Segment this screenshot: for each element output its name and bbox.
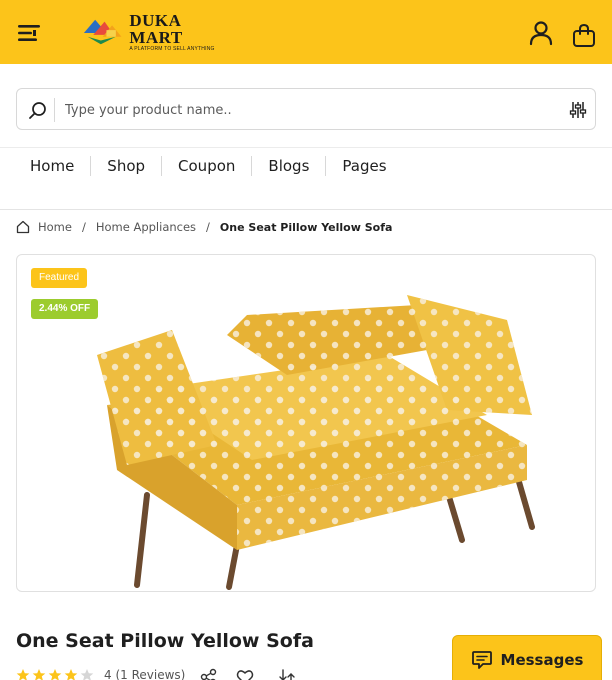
sofa-image xyxy=(97,295,535,590)
main-nav: Home Shop Coupon Blogs Pages xyxy=(0,148,612,210)
nav-item-home[interactable]: Home xyxy=(14,156,92,176)
nav-item-shop[interactable]: Shop xyxy=(91,156,163,176)
compare-icon[interactable] xyxy=(278,668,296,680)
featured-badge: Featured xyxy=(31,268,88,288)
share-icon[interactable] xyxy=(200,668,218,680)
breadcrumb-separator: / xyxy=(81,220,86,234)
user-icon[interactable] xyxy=(528,20,554,46)
star-icon xyxy=(80,669,94,680)
home-icon[interactable] xyxy=(16,220,30,234)
breadcrumb-home[interactable]: Home xyxy=(38,220,72,234)
heart-icon[interactable] xyxy=(236,668,254,680)
logo-tagline: A PLATFORM TO SELL ANYTHING xyxy=(129,46,215,52)
search-input[interactable] xyxy=(65,97,555,123)
search-divider xyxy=(54,98,55,122)
chat-icon xyxy=(471,651,492,669)
breadcrumb-category[interactable]: Home Appliances xyxy=(96,220,196,234)
top-header: DUKA MART A PLATFORM TO SELL ANYTHING xyxy=(0,0,612,64)
star-icon xyxy=(32,669,46,680)
product-image-card[interactable]: Featured 2.44% OFF xyxy=(16,254,596,592)
nav-item-coupon[interactable]: Coupon xyxy=(162,156,253,176)
search-section xyxy=(0,64,612,148)
product-title: One Seat Pillow Yellow Sofa xyxy=(16,630,314,652)
filter-icon[interactable] xyxy=(569,101,587,119)
star-icon xyxy=(16,669,30,680)
breadcrumb: Home / Home Appliances / One Seat Pillow… xyxy=(16,220,392,234)
rating-row: 4 (1 Reviews) xyxy=(16,668,185,680)
rating-text[interactable]: 4 (1 Reviews) xyxy=(104,668,185,680)
bag-icon[interactable] xyxy=(571,23,597,49)
menu-icon[interactable] xyxy=(18,22,44,44)
messages-label: Messages xyxy=(500,651,584,669)
messages-button[interactable]: Messages xyxy=(452,635,602,680)
breadcrumb-separator: / xyxy=(206,220,210,234)
star-icon xyxy=(48,669,62,680)
logo-name: DUKA MART xyxy=(129,11,183,47)
breadcrumb-current: One Seat Pillow Yellow Sofa xyxy=(219,220,393,234)
logo[interactable]: DUKA MART A PLATFORM TO SELL ANYTHING xyxy=(82,11,232,52)
nav-item-blogs[interactable]: Blogs xyxy=(252,156,327,176)
logo-mark-icon xyxy=(83,19,122,45)
search-icon[interactable] xyxy=(28,100,48,120)
nav-item-pages[interactable]: Pages xyxy=(326,156,402,176)
star-icon xyxy=(64,669,78,680)
search-bar xyxy=(16,88,596,130)
